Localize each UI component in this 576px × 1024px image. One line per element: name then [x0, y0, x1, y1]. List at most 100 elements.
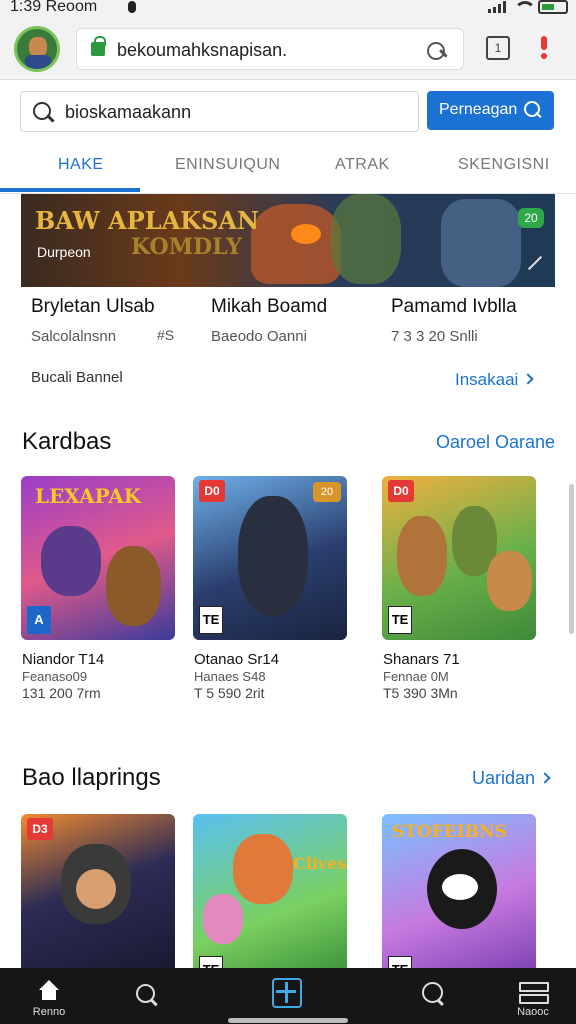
status-bar: 1:39 Reoom	[0, 0, 576, 18]
game-card-image[interactable]: STOFEIBNS TE	[382, 814, 536, 978]
address-bar[interactable]: bekoumahksnapisan.	[76, 28, 464, 70]
search-input[interactable]: bioskamaakann	[20, 91, 419, 132]
info-item[interactable]: Pamamd Ivblla 7 3 3 20 Snlli	[391, 296, 517, 345]
nav-home[interactable]: Renno	[9, 968, 89, 1024]
game-developer: Fennae 0M	[383, 669, 449, 684]
character-face	[76, 869, 116, 909]
info-sub: Salcolalnsnn	[31, 328, 117, 345]
url-text: bekoumahksnapisan.	[117, 40, 288, 60]
card-tag-right: 20	[313, 482, 341, 502]
age-rating-badge: TE	[388, 606, 412, 634]
menu-icon	[519, 980, 549, 1004]
banner-title: BAW APLAKSAN	[35, 206, 259, 235]
category-tabs: HAKE ENINSUIQUN ATRAK SKENGISNI	[0, 140, 576, 194]
age-rating-badge: TE	[199, 606, 223, 634]
scrollbar[interactable]	[569, 484, 574, 634]
section-link[interactable]: Uaridan	[472, 768, 551, 789]
search-button[interactable]: Perneagan	[427, 91, 554, 130]
notification-icon	[128, 1, 136, 13]
section-title: Kardbas	[22, 428, 112, 455]
game-meta: T5 390 3Mn	[383, 685, 458, 701]
game-name[interactable]: Shanars 71	[383, 651, 460, 668]
search-icon	[33, 102, 55, 124]
info-title: Mikah Boamd	[211, 296, 328, 317]
tab-switcher-button[interactable]: 1	[486, 36, 510, 60]
info-item[interactable]: Bryletan Ulsab Salcolalnsnn	[31, 296, 155, 345]
character-art	[487, 551, 532, 611]
game-name[interactable]: Otanao Sr14	[194, 651, 279, 668]
game-card-image[interactable]: D0 20 TE	[193, 476, 347, 640]
card-tag: D0	[199, 480, 225, 502]
card-tag: D0	[388, 480, 414, 502]
tab-hake[interactable]: HAKE	[58, 156, 104, 174]
nav-tabs[interactable]	[248, 968, 328, 1024]
info-sub: Baeodo Oanni	[211, 328, 307, 345]
nav-label: Renno	[32, 1006, 66, 1018]
nav-menu[interactable]: Naooc	[493, 968, 573, 1024]
lock-icon	[91, 36, 106, 56]
nav-explore[interactable]	[394, 968, 474, 1024]
signal-icon	[488, 1, 506, 13]
explore-icon	[422, 982, 446, 1006]
section-title: Bao llaprings	[22, 764, 161, 791]
character-art	[238, 496, 308, 616]
game-logo: LEXAPAK	[35, 484, 142, 508]
game-meta: 131 200 7rm	[22, 685, 101, 701]
search-value: bioskamaakann	[65, 102, 192, 122]
search-icon[interactable]	[427, 40, 449, 60]
bottom-navigation: Renno Naooc	[0, 968, 576, 1024]
tabs-icon	[272, 978, 302, 1008]
game-logo: Clives	[293, 854, 347, 873]
banner-character	[331, 194, 401, 284]
section-link[interactable]: Oaroel Oarane	[436, 432, 555, 453]
battery-icon	[538, 0, 568, 14]
active-tab-indicator	[0, 188, 140, 192]
game-card-image[interactable]: D3	[21, 814, 175, 978]
banner-badge: 20	[518, 208, 544, 228]
status-time: 1:39 Reoom	[10, 0, 98, 15]
bucali-link[interactable]: Bucali Bannel	[31, 369, 123, 386]
nav-search[interactable]	[108, 968, 188, 1024]
age-rating-badge: A	[27, 606, 51, 634]
see-more-label: Insakaai	[455, 370, 519, 389]
game-card-image[interactable]: LEXAPAK A	[21, 476, 175, 640]
character-art	[233, 834, 293, 904]
see-more-link[interactable]: Insakaai	[455, 370, 534, 390]
nav-label: Naooc	[517, 1006, 549, 1018]
info-extra: #S	[157, 327, 175, 343]
home-icon	[37, 980, 61, 1000]
game-card-image[interactable]: D0 TE	[382, 476, 536, 640]
character-art	[106, 546, 161, 626]
expand-icon[interactable]	[526, 256, 540, 270]
tab-skengisni[interactable]: SKENGISNI	[458, 156, 550, 174]
search-icon	[524, 101, 542, 119]
info-sub: 7 3 3 20 Snlli	[391, 328, 478, 345]
home-indicator	[228, 1018, 348, 1023]
game-meta: T 5 590 2rit	[194, 685, 265, 701]
browser-toolbar: bekoumahksnapisan. 1	[0, 18, 576, 80]
card-tag: D3	[27, 818, 53, 840]
wifi-icon	[514, 1, 536, 13]
search-icon	[136, 984, 160, 1008]
alert-icon[interactable]	[538, 34, 550, 62]
banner-effect	[291, 224, 321, 244]
tab-atrak[interactable]: ATRAK	[335, 156, 390, 174]
info-title: Pamamd Ivblla	[391, 296, 517, 317]
game-name[interactable]: Niandor T14	[22, 651, 104, 668]
character-art	[397, 516, 447, 596]
banner-character	[441, 199, 521, 287]
tab-eninsuiqun[interactable]: ENINSUIQUN	[175, 156, 280, 174]
game-logo: STOFEIBNS	[392, 822, 507, 842]
character-art	[41, 526, 101, 596]
info-item[interactable]: Mikah Boamd Baeodo Oanni	[211, 296, 327, 345]
game-developer: Hanaes S48	[194, 669, 266, 684]
game-card-image[interactable]: Clives TE	[193, 814, 347, 978]
search-button-label: Perneagan	[439, 101, 518, 118]
banner-title-line2: KOMDLY	[131, 234, 242, 260]
profile-avatar[interactable]	[14, 26, 60, 72]
info-title: Bryletan Ulsab	[31, 296, 155, 317]
featured-banner[interactable]: BAW APLAKSAN KOMDLY Durpeon 20	[21, 194, 555, 287]
character-face	[442, 874, 478, 900]
chevron-right-icon	[522, 373, 534, 385]
game-developer: Feanaso09	[22, 669, 88, 684]
